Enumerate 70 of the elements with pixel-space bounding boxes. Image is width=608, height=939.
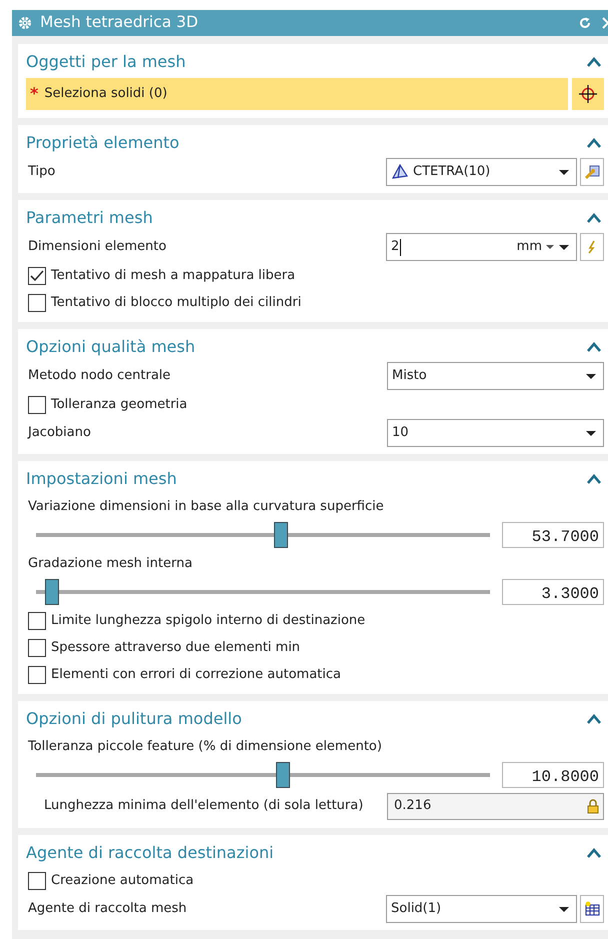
slider-thumb[interactable] [44, 579, 59, 605]
caret-icon [558, 244, 570, 250]
slider-thumb[interactable] [274, 522, 288, 548]
field-label: Tolleranza piccole feature (% di dimensione elemento) [27, 738, 383, 756]
section-title: Impostazioni mesh [26, 468, 178, 490]
tool-button[interactable] [580, 895, 604, 923]
checkbox-label: Tolleranza geometria [51, 396, 188, 414]
slider-thumb[interactable] [276, 762, 290, 788]
collapse-icon[interactable] [586, 57, 602, 67]
select-button[interactable] [572, 78, 604, 110]
field-label: Dimensioni elemento [27, 238, 168, 256]
checkbox[interactable] [28, 666, 46, 684]
collapse-icon[interactable] [586, 714, 602, 724]
section-title: Oggetti per la mesh [26, 51, 187, 73]
value-field[interactable]: 10.8000 [502, 762, 604, 788]
checkbox-label: Creazione automatica [51, 872, 195, 890]
settings-icon [18, 16, 32, 30]
required-mark: * [30, 83, 38, 105]
checkbox-label: Spessore attraverso due elementi min [51, 638, 302, 657]
wrench-icon [584, 164, 600, 180]
field-label: Jacobiano [26, 424, 92, 442]
selection-label: Seleziona solidi (0) [44, 85, 168, 104]
crosshair-icon [579, 85, 597, 103]
checkbox-label: Tentativo di mesh a mappatura libera [51, 266, 296, 285]
field-label: Tipo [27, 163, 56, 182]
caret-icon [585, 430, 597, 436]
checkbox-label: Tentativo di blocco multiplo dei cilindri [51, 294, 302, 312]
input-field[interactable]: 2 mm [386, 233, 577, 261]
tetrahedron-icon [391, 164, 409, 180]
dropdown[interactable]: 10 [387, 419, 604, 447]
field-label: Variazione dimensioni in base alla curvatura superficie [27, 498, 385, 516]
section-title: Parametri mesh [26, 207, 154, 229]
checkbox[interactable] [28, 396, 46, 414]
window-title: Mesh tetraedrica 3D [40, 12, 200, 34]
checkbox-label: Limite lunghezza spigolo interno di destinazione [51, 612, 366, 630]
dropdown[interactable]: CTETRA(10) [386, 158, 577, 186]
collapse-icon[interactable] [586, 213, 602, 223]
value-field[interactable]: 3.3000 [502, 579, 604, 605]
value-field[interactable]: 53.7000 [502, 522, 604, 548]
checkbox-label: Elementi con errori di correzione automatica [51, 666, 342, 684]
unit-label: mm [516, 238, 542, 256]
collapse-icon[interactable] [586, 474, 602, 484]
checkbox[interactable] [28, 872, 46, 890]
field-label: Agente di raccolta mesh [27, 900, 188, 918]
caret-icon [546, 244, 554, 250]
collapse-icon[interactable] [586, 848, 602, 858]
collapse-icon[interactable] [586, 342, 602, 352]
collapse-icon[interactable] [586, 138, 602, 148]
section-title: Proprietà elemento [26, 132, 180, 154]
section-title: Opzioni di pulitura modello [26, 708, 243, 730]
field-label: Metodo nodo centrale [27, 367, 172, 386]
readonly-field: 0.216 [387, 792, 604, 820]
section-title: Opzioni qualità mesh [26, 336, 196, 358]
reset-icon[interactable] [578, 16, 592, 30]
checkbox[interactable] [28, 638, 46, 656]
grid-icon [584, 901, 600, 917]
section-title: Agente di raccolta destinazioni [26, 842, 275, 864]
caret-icon [558, 168, 570, 176]
checkbox[interactable] [28, 612, 46, 630]
field-label: Lunghezza minima dell'elemento (di sola lettura) [43, 797, 364, 816]
tool-button[interactable] [580, 158, 604, 186]
caret-icon [585, 372, 597, 380]
dropdown[interactable]: Misto [387, 362, 604, 390]
checkbox[interactable] [28, 266, 46, 284]
checkbox[interactable] [28, 294, 46, 312]
caret-icon [558, 906, 570, 912]
field-label: Gradazione mesh interna [27, 554, 194, 573]
close-icon[interactable] [602, 16, 608, 30]
selection-bar[interactable]: * Seleziona solidi (0) [26, 78, 568, 110]
dropdown[interactable]: Solid(1) [386, 895, 577, 923]
